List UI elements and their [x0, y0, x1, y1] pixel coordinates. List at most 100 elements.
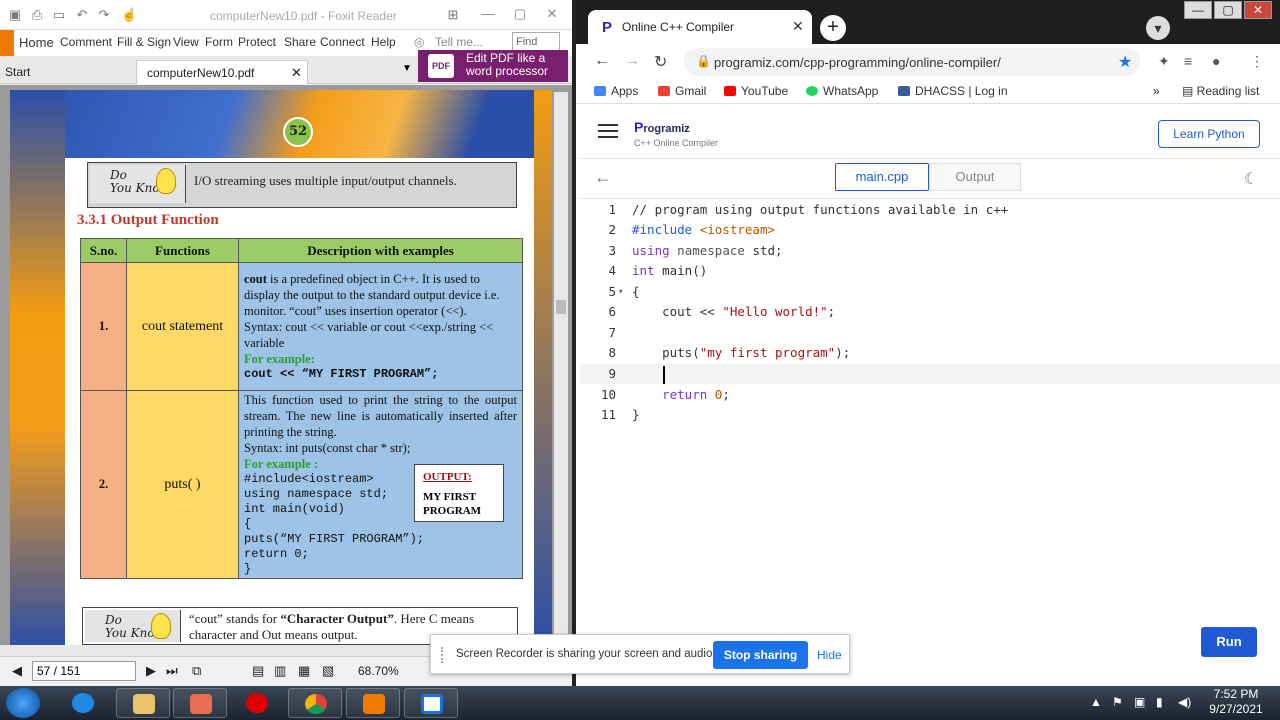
reading-list[interactable]: ▤ Reading list — [1182, 84, 1259, 98]
maximize-icon[interactable]: ▢ — [1214, 1, 1242, 19]
tab-form[interactable]: Form — [205, 35, 233, 49]
grid-icon[interactable]: ⊞ — [446, 8, 460, 22]
windows-start-icon[interactable] — [6, 688, 40, 718]
drag-handle-icon[interactable] — [441, 647, 447, 663]
back-icon[interactable]: ← — [594, 52, 610, 70]
stop-sharing-button[interactable]: Stop sharing — [713, 641, 808, 669]
tab-connect[interactable]: Connect — [320, 35, 365, 49]
address-bar[interactable]: 🔒 programiz.com/cpp-programming/online-c… — [684, 48, 1140, 76]
extensions-icon[interactable]: ✦ — [1158, 53, 1170, 70]
tab-comment[interactable]: Comment — [60, 35, 112, 49]
bookmark-whatsapp[interactable]: WhatsApp — [806, 84, 878, 98]
dropdown-icon[interactable]: ▼ — [402, 63, 412, 74]
network-icon[interactable]: ▮ — [1156, 695, 1163, 709]
continuous-icon[interactable]: ▥ — [274, 663, 286, 679]
next-page-icon[interactable]: ▶ — [146, 663, 156, 679]
volume-icon[interactable]: ◀) — [1178, 695, 1191, 709]
tab-share[interactable]: Share — [284, 35, 316, 49]
tab-protect[interactable]: Protect — [238, 35, 276, 49]
taskbar-chrome[interactable] — [288, 688, 342, 718]
chrome-window: P Online C++ Compiler ✕ + ▾ — ▢ ✕ ← → ↻ … — [576, 0, 1280, 686]
last-page-icon[interactable]: ⏭ — [166, 663, 178, 679]
tab-view[interactable]: View — [173, 35, 199, 49]
rotate-icon[interactable]: ⧉ — [192, 663, 201, 679]
run-button[interactable]: Run — [1201, 627, 1257, 657]
menu-icon[interactable]: ⋮ — [1250, 53, 1264, 70]
window-controls: — ▢ ✕ — [1180, 0, 1280, 20]
pdf-edit-icon: PDF — [428, 54, 454, 78]
bookmark-apps[interactable]: Apps — [594, 84, 638, 98]
line-number: 10 — [600, 387, 616, 402]
hamburger-menu-icon[interactable] — [598, 124, 618, 138]
close-tab-icon[interactable]: ✕ — [291, 65, 302, 81]
single-page-icon[interactable]: ▤ — [252, 663, 264, 679]
tab-output[interactable]: Output — [929, 163, 1021, 191]
tab-fill-sign[interactable]: Fill & Sign — [117, 35, 171, 49]
device-icon[interactable]: ▣ — [1134, 695, 1145, 709]
prev-page-icon[interactable]: ◀ — [12, 663, 22, 679]
lock-icon[interactable]: 🔒 — [696, 54, 711, 68]
file-menu-strip[interactable] — [0, 30, 14, 56]
browser-tab[interactable]: P Online C++ Compiler ✕ — [588, 10, 812, 44]
taskbar-opera[interactable] — [230, 688, 284, 718]
hide-button[interactable]: Hide — [817, 648, 842, 662]
profile-icon[interactable]: ● — [1212, 53, 1220, 69]
vertical-scrollbar[interactable] — [554, 92, 568, 642]
system-clock[interactable]: 7:52 PM 9/27/2021 — [1200, 687, 1272, 717]
minimize-icon[interactable]: — — [478, 6, 498, 24]
new-tab-button[interactable]: + — [820, 15, 846, 41]
action-center-icon[interactable]: ⚑ — [1112, 695, 1123, 709]
tray-expand-icon[interactable]: ▲ — [1090, 695, 1102, 709]
tab-search-icon[interactable]: ▾ — [1146, 16, 1170, 40]
tab-main-cpp[interactable]: main.cpp — [835, 163, 929, 191]
bookmark-gmail[interactable]: Gmail — [658, 84, 706, 98]
find-input[interactable]: Find — [512, 32, 560, 52]
bookmark-youtube[interactable]: YouTube — [724, 84, 788, 98]
bookmark-dhacss[interactable]: DHACSS | Log in — [898, 84, 1008, 98]
code-editor[interactable]: 1 // program using output functions avail… — [580, 200, 1280, 630]
close-icon[interactable]: ✕ — [542, 6, 562, 24]
bookmark-star-icon[interactable]: ★ — [1118, 52, 1132, 72]
fold-icon[interactable]: ▾ — [618, 282, 623, 302]
screen-icon[interactable]: ▭ — [52, 8, 66, 22]
taskbar-recorder[interactable] — [404, 688, 458, 718]
edit-pdf-ad[interactable]: PDF Edit PDF like a word processor — [418, 50, 568, 82]
page-number-input[interactable]: 57 / 151 — [32, 661, 136, 681]
learn-python-button[interactable]: Learn Python — [1158, 120, 1260, 148]
close-tab-icon[interactable]: ✕ — [792, 18, 804, 35]
redo-icon[interactable]: ↷ — [97, 8, 111, 22]
taskbar-foxit[interactable] — [346, 688, 400, 718]
tell-me-input[interactable]: Tell me... — [435, 35, 483, 49]
minimize-icon[interactable]: — — [1184, 1, 1212, 19]
facing-icon[interactable]: ▦ — [298, 663, 310, 679]
media-icon[interactable]: ≡ — [1184, 53, 1192, 69]
close-icon[interactable]: ✕ — [1244, 1, 1272, 19]
undo-icon[interactable]: ↶ — [75, 8, 89, 22]
taskbar-media[interactable] — [173, 688, 227, 718]
bookmark-label: DHACSS | Log in — [915, 84, 1008, 98]
programiz-logo[interactable]: Programiz — [634, 119, 690, 135]
code-line: 3 using namespace std; — [580, 241, 1280, 261]
reading-list-icon: ▤ — [1182, 84, 1197, 98]
tab-help[interactable]: Help — [371, 35, 396, 49]
save-icon[interactable]: ▣ — [8, 8, 22, 22]
taskbar-explorer[interactable] — [116, 688, 170, 718]
reload-icon[interactable]: ↻ — [654, 52, 667, 72]
back-arrow-icon[interactable]: ← — [594, 167, 612, 188]
pdf-viewport[interactable]: 52 Do You Know? I/O streaming uses multip… — [0, 85, 572, 650]
tab-document[interactable]: computerNew10.pdf ✕ — [136, 60, 308, 84]
forward-icon[interactable]: → — [624, 52, 640, 70]
keyword-cout: cout — [244, 272, 267, 286]
print-icon[interactable]: ⎙ — [30, 8, 44, 22]
tab-start[interactable]: Start — [5, 65, 30, 79]
maximize-icon[interactable]: ▢ — [510, 6, 530, 24]
cover-icon[interactable]: ▧ — [322, 663, 334, 679]
tab-home[interactable]: Home — [19, 35, 54, 50]
more-bookmarks-icon[interactable]: » — [1153, 84, 1160, 98]
zoom-level[interactable]: 68.70% — [358, 664, 399, 678]
dyk-text-part: “cout” stands for — [189, 611, 281, 626]
hand-tool-icon[interactable]: ☝ — [121, 8, 137, 22]
taskbar-ie[interactable] — [56, 688, 110, 718]
dark-mode-icon[interactable]: ☾ — [1244, 169, 1258, 189]
scrollbar-thumb[interactable] — [556, 300, 566, 314]
